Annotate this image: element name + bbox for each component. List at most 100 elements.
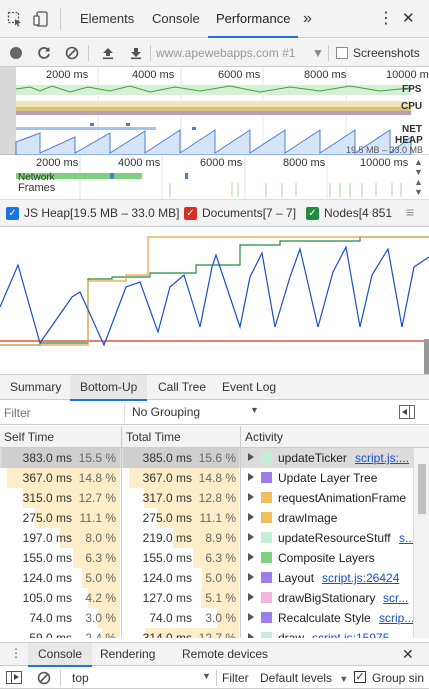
self-time-percent: 2.4 % [85, 631, 116, 638]
source-link[interactable]: script.js:... [355, 451, 409, 465]
nodes-checkbox[interactable]: ✓ [306, 207, 319, 220]
activity-header[interactable]: Activity [245, 430, 283, 444]
drawer-tab-rendering[interactable]: Rendering [92, 643, 163, 667]
expand-arrow-icon[interactable] [248, 533, 254, 541]
self-time-percent: 3.0 % [85, 611, 116, 625]
clear-icon[interactable] [64, 45, 80, 61]
js-heap-checkbox[interactable]: ✓ [6, 207, 19, 220]
tab-bottom-up[interactable]: Bottom-Up [70, 375, 148, 401]
overview-tick: 8000 ms [304, 69, 347, 81]
total-time-percent: 12.7 % [198, 631, 236, 638]
scroll-arrows-icon[interactable]: ▲ ▼ ▲ ▼ [414, 157, 423, 197]
console-filter-input[interactable]: Filter [222, 671, 249, 685]
drawer-close-icon[interactable]: ✕ [402, 646, 414, 663]
details-tabbar: Summary Bottom-Up Call Tree Event Log [0, 374, 429, 401]
tab-call-tree[interactable]: Call Tree [150, 375, 214, 401]
fps-label: FPS [402, 84, 422, 95]
console-sidebar-icon[interactable] [6, 671, 22, 684]
table-row[interactable]: 275.0 ms 11.1 % 275.0 ms 11.1 % drawImage [0, 508, 429, 528]
expand-arrow-icon[interactable] [248, 453, 254, 461]
record-button[interactable] [10, 47, 22, 59]
table-row[interactable]: 74.0 ms 3.0 % 74.0 ms 3.0 % Recalculate Styl… [0, 608, 429, 628]
group-similar-checkbox[interactable]: ✓ [354, 671, 366, 683]
tab-performance[interactable]: Performance [208, 0, 299, 38]
total-time-value: 124.0 ms [142, 571, 192, 585]
drawer-tab-console[interactable]: Console [28, 643, 93, 667]
table-row[interactable]: 197.0 ms 8.0 % 219.0 ms 8.9 % updateResource… [0, 528, 429, 548]
tab-console[interactable]: Console [152, 0, 200, 38]
activity-name: Recalculate Style [278, 611, 371, 625]
close-icon[interactable]: ✕ [402, 0, 415, 38]
toggle-sidebar-icon[interactable] [399, 405, 415, 419]
expand-arrow-icon[interactable] [248, 493, 254, 501]
more-tabs-button[interactable]: » [303, 0, 312, 38]
activity-name: drawBigStationary [278, 591, 376, 605]
tab-summary[interactable]: Summary [0, 375, 71, 401]
drawer-tab-remote-devices[interactable]: Remote devices [174, 643, 276, 667]
frames-track-label[interactable]: Frames [18, 182, 55, 194]
source-link[interactable]: scr... [383, 591, 408, 605]
table-row[interactable]: 315.0 ms 12.7 % 317.0 ms 12.8 % requestAnima… [0, 488, 429, 508]
source-link[interactable]: scrip... [379, 611, 414, 625]
source-link[interactable]: script.js:15975 [312, 631, 389, 638]
self-time-value: 155.0 ms [22, 551, 72, 565]
context-select[interactable]: top ▼ [72, 671, 212, 685]
expand-arrow-icon[interactable] [248, 553, 254, 561]
total-time-percent: 15.6 % [198, 451, 236, 465]
self-time-value: 275.0 ms [22, 511, 72, 525]
expand-arrow-icon[interactable] [248, 473, 254, 481]
memory-scrollbar[interactable] [424, 339, 429, 374]
device-toggle-icon[interactable] [32, 11, 50, 27]
documents-checkbox[interactable]: ✓ [184, 207, 197, 220]
expand-arrow-icon[interactable] [248, 593, 254, 601]
filter-input[interactable] [4, 403, 120, 423]
table-row[interactable]: 59.0 ms 2.4 % 314.0 ms 12.7 % draw script.js:… [0, 628, 429, 638]
selection-window-handle[interactable] [0, 67, 16, 155]
activity-name: Layout [278, 571, 315, 585]
tab-elements[interactable]: Elements [80, 0, 134, 38]
activity-name: Composite Layers [278, 551, 375, 565]
expand-arrow-icon[interactable] [248, 513, 254, 521]
inspect-icon[interactable] [6, 11, 24, 27]
drawer-menu-icon[interactable]: ⋮ [10, 646, 22, 660]
devtools-tabbar: Elements Console Performance » ⋮ ✕ [0, 0, 429, 38]
load-profile-icon[interactable] [100, 45, 116, 61]
clear-console-icon[interactable] [36, 670, 52, 686]
tab-event-log[interactable]: Event Log [214, 375, 284, 401]
table-row[interactable]: 383.0 ms 15.5 % 385.0 ms 15.6 % updateTicker… [0, 448, 429, 468]
expand-arrow-icon[interactable] [248, 633, 254, 638]
category-swatch [261, 452, 272, 463]
timeline-overview[interactable]: 2000 ms 4000 ms 6000 ms 8000 ms 10000 m … [0, 67, 429, 155]
profile-select[interactable]: www.apewebapps.com #1 ▼ [156, 44, 324, 62]
divider [328, 45, 329, 61]
timeline-ruler: 2000 ms 4000 ms 6000 ms 8000 ms 10000 ms… [0, 155, 429, 200]
total-time-value: 219.0 ms [142, 531, 192, 545]
expand-arrow-icon[interactable] [248, 613, 254, 621]
kebab-menu-icon[interactable]: ⋮ [378, 0, 394, 38]
nodes-label: Nodes[4 851 [324, 206, 393, 220]
activity-name: draw [278, 631, 305, 638]
table-scrollbar[interactable] [413, 448, 429, 638]
table-row[interactable]: 155.0 ms 6.3 % 155.0 ms 6.3 % Composite Laye… [0, 548, 429, 568]
self-time-percent: 14.8 % [78, 471, 116, 485]
table-row[interactable]: 367.0 ms 14.8 % 367.0 ms 14.8 % Update Layer… [0, 468, 429, 488]
source-link[interactable]: script.js:26424 [322, 571, 399, 585]
table-row[interactable]: 124.0 ms 5.0 % 124.0 ms 5.0 % Layout script.j… [0, 568, 429, 588]
menu-icon[interactable]: ≡ [406, 204, 414, 220]
bottom-up-table: 383.0 ms 15.5 % 385.0 ms 15.6 % updateTicker… [0, 448, 429, 638]
save-profile-icon[interactable] [128, 45, 144, 61]
group-similar-label: Group sin [372, 671, 425, 685]
total-time-header[interactable]: Total Time [126, 430, 181, 444]
chevron-down-icon: ▼ [202, 671, 211, 681]
table-row[interactable]: 105.0 ms 4.2 % 127.0 ms 5.1 % drawBigStation… [0, 588, 429, 608]
reload-record-icon[interactable] [36, 45, 52, 61]
total-time-percent: 14.8 % [198, 471, 236, 485]
grouping-select[interactable]: No Grouping ▼ [132, 405, 262, 419]
total-time-value: 314.0 ms [142, 631, 192, 638]
expand-arrow-icon[interactable] [248, 573, 254, 581]
self-time-percent: 6.3 % [85, 551, 116, 565]
screenshots-checkbox[interactable] [336, 47, 348, 59]
levels-select[interactable]: Default levels ▼ [260, 671, 348, 685]
self-time-header[interactable]: Self Time [4, 430, 54, 444]
chevron-down-icon: ▼ [250, 405, 259, 415]
